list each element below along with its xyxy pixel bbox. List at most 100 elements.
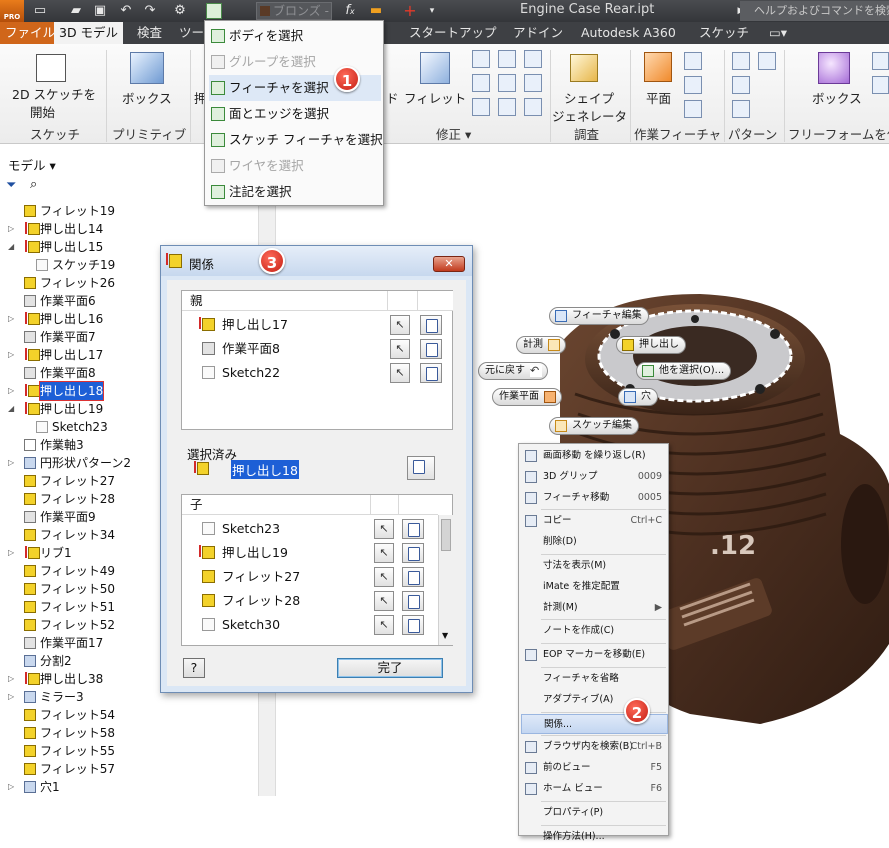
redo-icon[interactable]: ↷ xyxy=(142,3,158,19)
tree-expander-icon[interactable]: ▷ xyxy=(8,346,16,364)
start-sketch-button-line2[interactable]: 開始 xyxy=(30,102,55,121)
select-in-model-button[interactable]: ↖ xyxy=(390,363,410,383)
edit-feature-button[interactable] xyxy=(402,567,424,587)
ucs-icon[interactable] xyxy=(684,100,702,118)
dialog-close-button[interactable]: ✕ xyxy=(433,256,465,272)
tree-row[interactable]: フィレット54 xyxy=(0,706,258,724)
relation-row[interactable]: 押し出し19 ↖ xyxy=(182,541,452,565)
context-menu-item[interactable]: フィーチャを省略 xyxy=(521,669,668,689)
find-binoculars-icon[interactable]: ⌕ xyxy=(30,177,37,192)
select-in-model-button[interactable]: ↖ xyxy=(390,339,410,359)
appearance-icon[interactable]: ▬ xyxy=(368,3,384,19)
tree-expander-icon[interactable]: ▷ xyxy=(8,220,16,238)
help-search-input[interactable]: ヘルプおよびコマンドを検索... xyxy=(740,1,889,21)
customize-qat-icon[interactable]: ▾ xyxy=(424,3,440,19)
tree-row[interactable]: フィレット58 xyxy=(0,724,258,742)
tab-inspect[interactable]: 検査 xyxy=(132,22,167,44)
select-menu-item[interactable]: ボディを選択 xyxy=(209,23,381,49)
edit-feature-button[interactable] xyxy=(402,543,424,563)
chamfer-icon[interactable] xyxy=(472,50,490,68)
freeform-cylinder-icon[interactable] xyxy=(872,52,889,70)
freeform-box-button[interactable]: ボックス xyxy=(812,88,862,107)
inventor-pro-logo[interactable]: PRO xyxy=(0,0,24,22)
tree-row[interactable]: ▷ 押し出し14 xyxy=(0,220,258,238)
tree-expander-icon[interactable]: ▷ xyxy=(8,454,16,472)
edit-feature-button[interactable] xyxy=(420,315,442,335)
select-in-model-button[interactable]: ↖ xyxy=(374,519,394,539)
relation-row[interactable]: 作業平面8 ↖ xyxy=(182,337,452,361)
mini-sketch-edit-button[interactable]: スケッチ編集 xyxy=(549,417,639,435)
select-in-model-button[interactable]: ↖ xyxy=(374,567,394,587)
tab-file[interactable]: ファイル xyxy=(0,22,61,44)
origin-plus-icon[interactable]: + xyxy=(402,3,418,19)
tree-expander-icon[interactable]: ▷ xyxy=(8,544,16,562)
fillet-icon[interactable] xyxy=(420,52,450,84)
tab-getstarted[interactable]: スタートアップ xyxy=(404,22,502,44)
edit-feature-button[interactable] xyxy=(402,615,424,635)
select-in-model-button[interactable]: ↖ xyxy=(374,615,394,635)
shape-generator-icon[interactable] xyxy=(570,54,598,82)
tree-expander-icon[interactable]: ◢ xyxy=(8,238,16,256)
mini-select-other-button[interactable]: 他を選択(O)... xyxy=(636,362,732,380)
relation-row[interactable]: Sketch30 ↖ xyxy=(182,613,452,637)
context-menu-item[interactable]: 削除(D) xyxy=(521,532,668,552)
select-menu-item[interactable]: 注記を選択 xyxy=(209,179,381,205)
tree-row[interactable]: フィレット55 xyxy=(0,742,258,760)
context-menu-item[interactable]: フィーチャ移動 0005 xyxy=(521,488,668,508)
context-menu-item[interactable]: iMate を推定配置 xyxy=(521,577,668,597)
tab-addins[interactable]: アドイン xyxy=(508,22,568,44)
relation-row[interactable]: フィレット27 ↖ xyxy=(182,565,452,589)
context-menu-item[interactable]: 3D グリップ 0009 xyxy=(521,467,668,487)
tree-expander-icon[interactable]: ▷ xyxy=(8,310,16,328)
shell-icon[interactable] xyxy=(472,74,490,92)
select-menu-item[interactable]: 面とエッジを選択 xyxy=(209,101,381,127)
mini-workplane-button[interactable]: 作業平面 xyxy=(492,388,562,406)
mini-feature-edit-button[interactable]: フィーチャ編集 xyxy=(549,307,649,325)
select-in-model-button[interactable]: ↖ xyxy=(374,543,394,563)
select-in-model-button[interactable]: ↖ xyxy=(374,591,394,611)
work-point-icon[interactable] xyxy=(684,76,702,94)
edit-feature-button[interactable] xyxy=(420,363,442,383)
context-menu-item[interactable]: ノートを作成(C) xyxy=(521,621,668,641)
move-face-icon[interactable] xyxy=(524,74,542,92)
box-primitive-icon[interactable] xyxy=(130,52,164,84)
relation-row[interactable]: Sketch22 ↖ xyxy=(182,361,452,385)
scroll-down-icon[interactable]: ▼ xyxy=(442,631,448,640)
start-sketch-button[interactable]: 2D スケッチを xyxy=(12,84,96,103)
new-file-icon[interactable]: ▭ xyxy=(32,3,48,19)
tree-expander-icon[interactable]: ▷ xyxy=(8,670,16,688)
tab-a360[interactable]: Autodesk A360 xyxy=(576,22,681,44)
filter-icon[interactable]: ⏷ xyxy=(6,178,16,193)
save-icon[interactable]: ▣ xyxy=(92,3,108,19)
context-menu-item[interactable]: 寸法を表示(M) xyxy=(521,556,668,576)
tab-3d-model[interactable]: 3D モデル xyxy=(54,22,124,44)
scrollbar-thumb[interactable] xyxy=(441,519,451,551)
ribbon-toggle-icon[interactable]: ▭▾ xyxy=(764,22,792,44)
edit-feature-button[interactable] xyxy=(402,591,424,611)
context-menu-item[interactable]: 画面移動 を繰り返し(R) xyxy=(521,446,668,466)
update-icon[interactable]: ⚙ xyxy=(172,3,188,19)
material-dropdown[interactable]: ブロンズ - xyxy=(256,2,332,20)
context-menu-item[interactable]: ホーム ビュー F6 xyxy=(521,779,668,799)
open-folder-icon[interactable]: ▰ xyxy=(68,3,84,19)
select-menu-item[interactable]: ワイヤを選択 xyxy=(209,153,381,179)
shape-generator-button[interactable]: シェイプ xyxy=(564,88,614,107)
relation-row[interactable]: Sketch23 ↖ xyxy=(182,517,452,541)
tree-expander-icon[interactable]: ▷ xyxy=(8,778,16,796)
delete-face-icon[interactable] xyxy=(524,98,542,116)
tab-sketch[interactable]: スケッチ xyxy=(694,22,754,44)
context-menu-item[interactable]: EOP マーカーを移動(E) xyxy=(521,645,668,665)
context-menu-item[interactable]: コピー Ctrl+C xyxy=(521,511,668,531)
freeform-sphere-icon[interactable] xyxy=(872,76,889,94)
browser-title[interactable]: モデル ▾ xyxy=(8,155,56,174)
mini-extrude-button[interactable]: 押し出し xyxy=(616,336,686,354)
freeform-box-icon[interactable] xyxy=(818,52,850,84)
work-axis-icon[interactable] xyxy=(684,52,702,70)
tree-expander-icon[interactable]: ▷ xyxy=(8,382,16,400)
split-icon[interactable] xyxy=(524,50,542,68)
mirror-icon[interactable] xyxy=(758,52,776,70)
select-in-model-button[interactable]: ↖ xyxy=(390,315,410,335)
rectangular-pattern-icon[interactable] xyxy=(732,52,750,70)
tree-expander-icon[interactable]: ▷ xyxy=(8,688,16,706)
box-primitive-button[interactable]: ボックス xyxy=(122,88,172,107)
